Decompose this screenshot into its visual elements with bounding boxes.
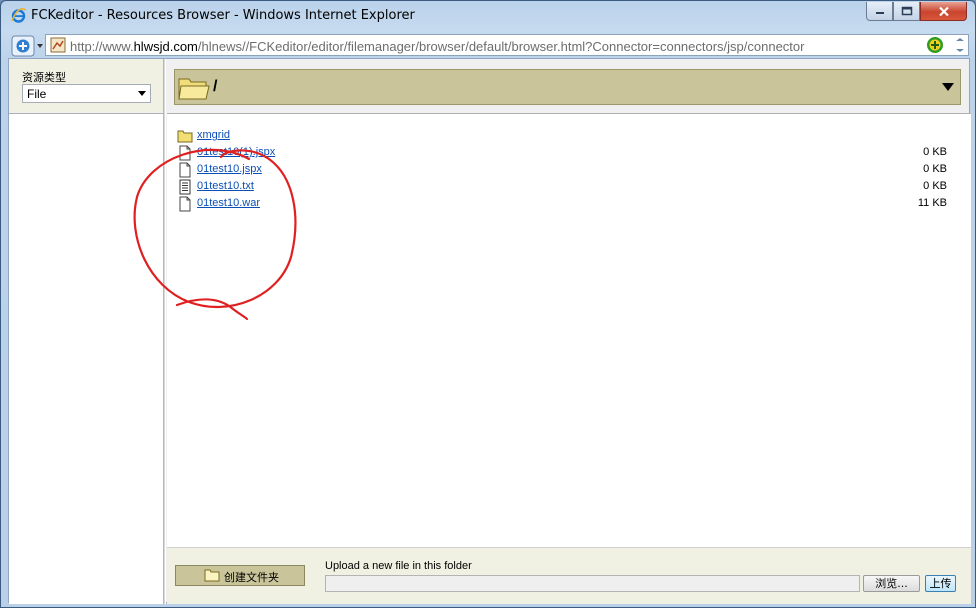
resource-type-panel: 资源类型 File <box>9 59 163 112</box>
maximize-button[interactable] <box>893 2 920 21</box>
chevron-down-icon <box>138 91 146 96</box>
browse-button[interactable]: 浏览... <box>863 575 920 592</box>
current-folder-bar[interactable]: / <box>174 69 961 105</box>
address-bar[interactable]: http://www.hlwsjd.com/hlnews//FCKeditor/… <box>45 34 969 56</box>
file-icon <box>179 196 191 212</box>
minimize-icon <box>875 12 884 14</box>
resource-type-value: File <box>27 87 47 101</box>
folder-path: / <box>213 78 218 95</box>
file-size: 0 KB <box>923 163 947 175</box>
title-bar[interactable]: FCKeditor - Resources Browser - Windows … <box>1 1 975 31</box>
list-item[interactable]: xmgrid <box>177 127 947 144</box>
list-item[interactable]: 01test10.war 11 KB <box>177 195 947 212</box>
list-item[interactable]: 01test10(1).jspx 0 KB <box>177 144 947 161</box>
compatibility-icon[interactable] <box>926 36 944 54</box>
file-list: xmgrid 01test10(1).jspx 0 KB 01test10.js… <box>167 113 971 547</box>
file-name-link[interactable]: 01test10.war <box>197 197 260 209</box>
create-folder-button[interactable]: 创建文件夹 <box>175 565 305 586</box>
text-file-icon <box>179 179 191 195</box>
upload-label: Upload a new file in this folder <box>325 560 472 572</box>
upload-panel: 创建文件夹 Upload a new file in this folder 浏… <box>167 547 971 604</box>
maximize-icon <box>901 6 912 16</box>
close-button[interactable] <box>920 2 967 21</box>
list-item[interactable]: 01test10.jspx 0 KB <box>177 161 947 178</box>
browser-window: FCKeditor - Resources Browser - Windows … <box>0 0 976 608</box>
address-row: http://www.hlwsjd.com/hlnews//FCKeditor/… <box>7 33 969 57</box>
folder-icon <box>204 569 220 582</box>
upload-button[interactable]: 上传 <box>925 575 956 592</box>
close-icon <box>938 6 949 16</box>
panel-splitter[interactable] <box>163 59 166 604</box>
new-tab-button[interactable] <box>11 35 47 57</box>
file-name-link[interactable]: 01test10(1).jspx <box>197 146 275 158</box>
window-title: FCKeditor - Resources Browser - Windows … <box>31 8 415 23</box>
file-size: 0 KB <box>923 180 947 192</box>
ie-icon <box>11 8 27 23</box>
file-icon <box>179 145 191 161</box>
address-text[interactable]: http://www.hlwsjd.com/hlnews//FCKeditor/… <box>70 39 804 54</box>
file-name-link[interactable]: 01test10.jspx <box>197 163 262 175</box>
address-scroll-icon[interactable] <box>952 35 968 55</box>
file-size: 11 KB <box>917 197 947 209</box>
list-item[interactable]: 01test10.txt 0 KB <box>177 178 947 195</box>
page-icon <box>50 37 66 53</box>
file-name-link[interactable]: 01test10.txt <box>197 180 254 192</box>
page-content: 资源类型 File / xmgrid 01test10(1).jspx 0 KB… <box>8 58 971 604</box>
chevron-down-icon[interactable] <box>942 83 954 91</box>
upload-file-input[interactable] <box>325 575 860 592</box>
create-folder-label: 创建文件夹 <box>224 571 279 584</box>
folder-tree-panel <box>9 113 163 604</box>
resource-type-label: 资源类型 <box>22 71 66 84</box>
folder-open-icon <box>178 78 210 100</box>
file-name-link[interactable]: xmgrid <box>197 129 230 141</box>
folder-icon <box>177 130 193 143</box>
file-icon <box>179 162 191 178</box>
minimize-button[interactable] <box>866 2 893 21</box>
file-size: 0 KB <box>923 146 947 158</box>
resource-type-select[interactable]: File <box>22 84 151 103</box>
